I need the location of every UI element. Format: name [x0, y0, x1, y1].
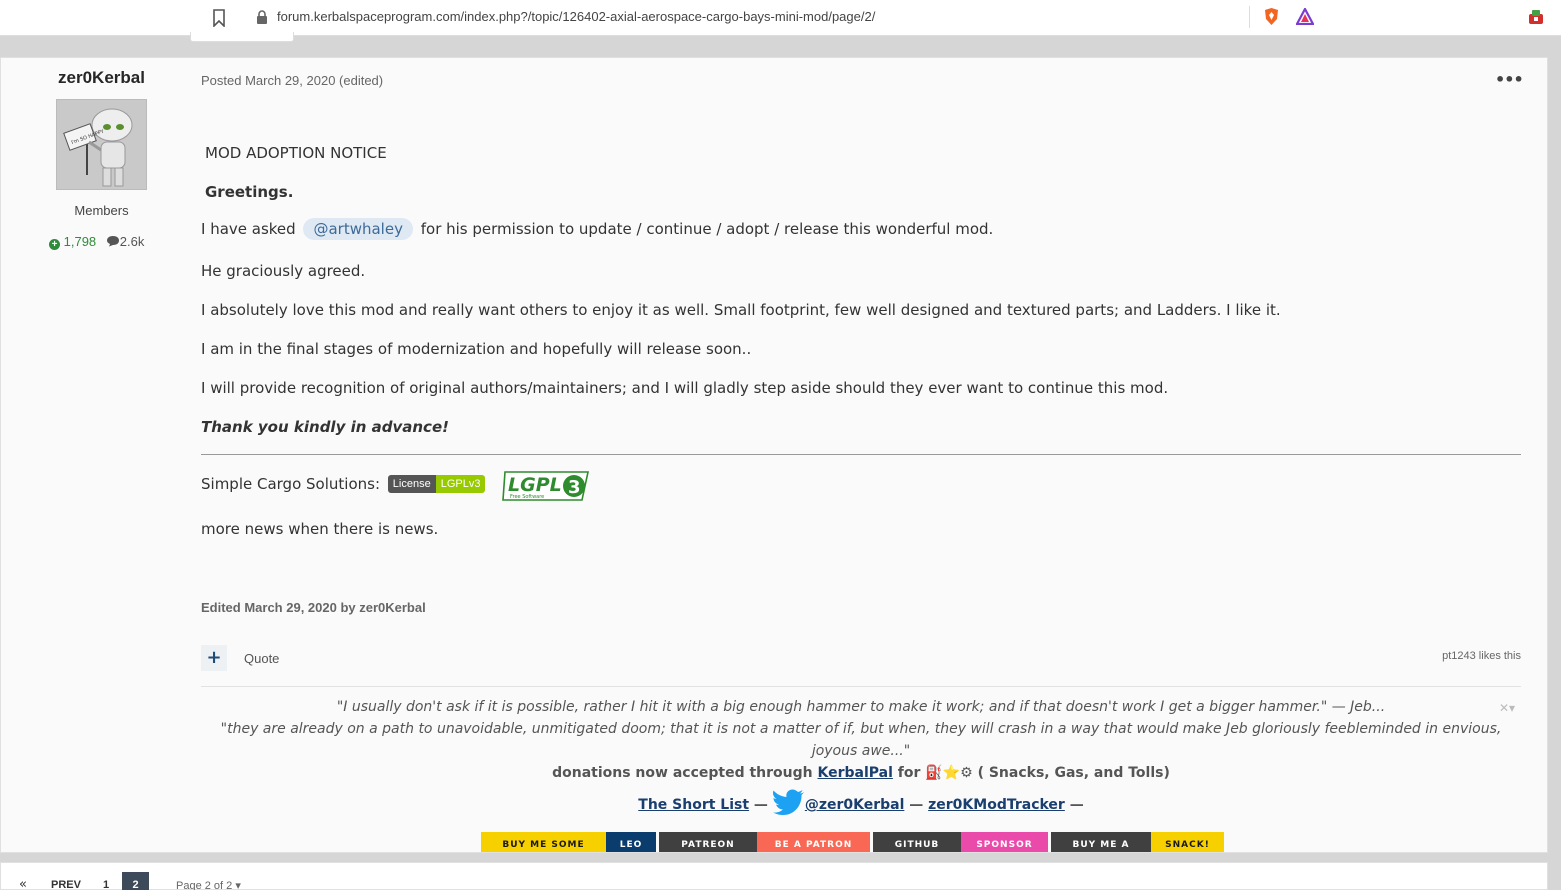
- solutions-line: Simple Cargo Solutions: License LGPLv3: [201, 475, 486, 493]
- post-count[interactable]: 2.6k: [106, 234, 145, 249]
- support-buttons: BUY ME SOME LEO PATREON BE A PATRON GITHUB SP…: [481, 832, 1224, 852]
- signature-divider: [201, 686, 1521, 687]
- signature-quote-2b: joyous awe...": [811, 743, 911, 759]
- browser-toolbar: forum.kerbalspaceprogram.com/index.php?/…: [0, 0, 1561, 36]
- shortlist-link[interactable]: The Short List: [638, 797, 749, 813]
- support-button-snack[interactable]: SNACK!: [1151, 832, 1224, 852]
- line1-after: for his permission to update / continue …: [420, 220, 994, 238]
- url-text[interactable]: forum.kerbalspaceprogram.com/index.php?/…: [277, 9, 875, 24]
- solutions-label: Simple Cargo Solutions:: [201, 475, 380, 493]
- edited-note: Edited March 29, 2020 by zer0Kerbal: [201, 600, 426, 615]
- support-button-github[interactable]: GITHUB: [873, 832, 961, 852]
- quote1-attr: — Jeb...: [1327, 699, 1386, 715]
- signature-quote-2a: "they are already on a path to unavoidab…: [220, 721, 1502, 737]
- quote1-text: "I usually don't ask if it is possible, …: [336, 699, 1328, 715]
- page-2-current[interactable]: 2: [122, 872, 149, 890]
- lgpl-logo-sub: Free Software: [510, 494, 544, 500]
- post-line-4: I am in the final stages of modernizatio…: [201, 340, 752, 358]
- divider: [1249, 6, 1250, 28]
- plus-circle-icon: +: [49, 239, 60, 250]
- support-button-buy-me-a[interactable]: BUY ME A: [1051, 832, 1151, 852]
- post-count-value: 2.6k: [119, 234, 145, 249]
- avatar-image: I'm SO HAPPY: [57, 100, 146, 189]
- lock-icon: [257, 10, 267, 24]
- donations-for: for: [897, 765, 921, 781]
- kerbalpal-link[interactable]: KerbalPal: [817, 765, 892, 781]
- badge-left: License: [387, 475, 436, 493]
- thanks-line: Thank you kindly in advance!: [201, 418, 449, 436]
- dash: —: [1064, 797, 1084, 813]
- page-1-link[interactable]: 1: [103, 879, 109, 890]
- author-name[interactable]: zer0Kerbal: [1, 68, 202, 88]
- reputation-count: 1,798: [63, 234, 97, 249]
- content-divider: [201, 454, 1521, 455]
- snack-gas-toll-icons: ⛽⭐⚙: [925, 765, 973, 781]
- post-line-3: I absolutely love this mod and really wa…: [201, 301, 1281, 319]
- signature-quote-1: "I usually don't ask if it is possible, …: [201, 699, 1521, 715]
- lgpl-logo[interactable]: LGPL Free Software 3: [502, 470, 591, 502]
- license-badge[interactable]: License LGPLv3: [387, 475, 486, 493]
- donations-before: donations now accepted through: [552, 765, 813, 781]
- lgpl-logo-text: LGPL: [508, 474, 562, 496]
- post-line-5: I will provide recognition of original a…: [201, 379, 1169, 397]
- page-jump-dropdown[interactable]: Page 2 of 2 ▾: [176, 879, 241, 890]
- notice-heading: MOD ADOPTION NOTICE: [205, 144, 387, 162]
- support-button-be-a-patron[interactable]: BE A PATRON: [757, 832, 870, 852]
- comment-icon: [106, 236, 119, 247]
- news-line: more news when there is news.: [201, 520, 439, 538]
- more-options-icon[interactable]: •••: [1495, 70, 1524, 89]
- support-button-buy-me-some[interactable]: BUY ME SOME: [481, 832, 606, 852]
- twitter-link[interactable]: @zer0Kerbal: [805, 797, 905, 813]
- post-date[interactable]: Posted March 29, 2020 (edited): [201, 73, 383, 88]
- reputation[interactable]: + 1,798: [49, 234, 97, 250]
- svg-text:3: 3: [568, 477, 581, 498]
- post-line-1: I have asked @artwhaley for his permissi…: [201, 218, 993, 240]
- author-stats: + 1,798 2.6k: [49, 234, 144, 250]
- pagination: « PREV 1 2 Page 2 of 2 ▾: [0, 862, 1548, 890]
- prev-button[interactable]: PREV: [51, 879, 81, 890]
- brave-shield-icon[interactable]: [1263, 7, 1280, 26]
- rewards-icon[interactable]: [1296, 8, 1314, 25]
- support-button-leo[interactable]: LEO: [606, 832, 656, 852]
- greeting: Greetings.: [205, 183, 294, 201]
- first-page-icon[interactable]: «: [19, 877, 27, 890]
- avatar[interactable]: I'm SO HAPPY: [56, 99, 147, 190]
- badge-right: LGPLv3: [435, 475, 486, 493]
- line1-before: I have asked: [201, 220, 296, 238]
- dash: —: [904, 797, 929, 813]
- support-button-patreon[interactable]: PATREON: [659, 832, 757, 852]
- dash: —: [749, 797, 773, 813]
- twitter-icon[interactable]: [772, 789, 805, 815]
- scrollbar[interactable]: [1549, 36, 1561, 890]
- post-line-2: He graciously agreed.: [201, 262, 366, 280]
- quote-button[interactable]: Quote: [244, 651, 279, 666]
- donations-after: ( Snacks, Gas, and Tolls): [977, 765, 1170, 781]
- donations-line: donations now accepted through KerbalPal…: [201, 765, 1521, 781]
- tracker-link[interactable]: zer0KModTracker: [928, 797, 1065, 813]
- bookmark-icon[interactable]: [212, 9, 226, 27]
- links-line: The Short List — @zer0Kerbal — zer0KModT…: [201, 789, 1521, 815]
- likes-text[interactable]: pt1243 likes this: [1421, 650, 1521, 662]
- mention-artwhaley[interactable]: @artwhaley: [303, 218, 413, 240]
- extension-icon[interactable]: [1528, 9, 1544, 25]
- author-group: Members: [74, 203, 129, 218]
- previous-post-edge: [190, 32, 294, 42]
- support-button-sponsor[interactable]: SPONSOR: [961, 832, 1048, 852]
- multiquote-button[interactable]: +: [201, 645, 227, 671]
- post-card: zer0Kerbal I'm SO HAPPY Members + 1,798 …: [0, 57, 1548, 853]
